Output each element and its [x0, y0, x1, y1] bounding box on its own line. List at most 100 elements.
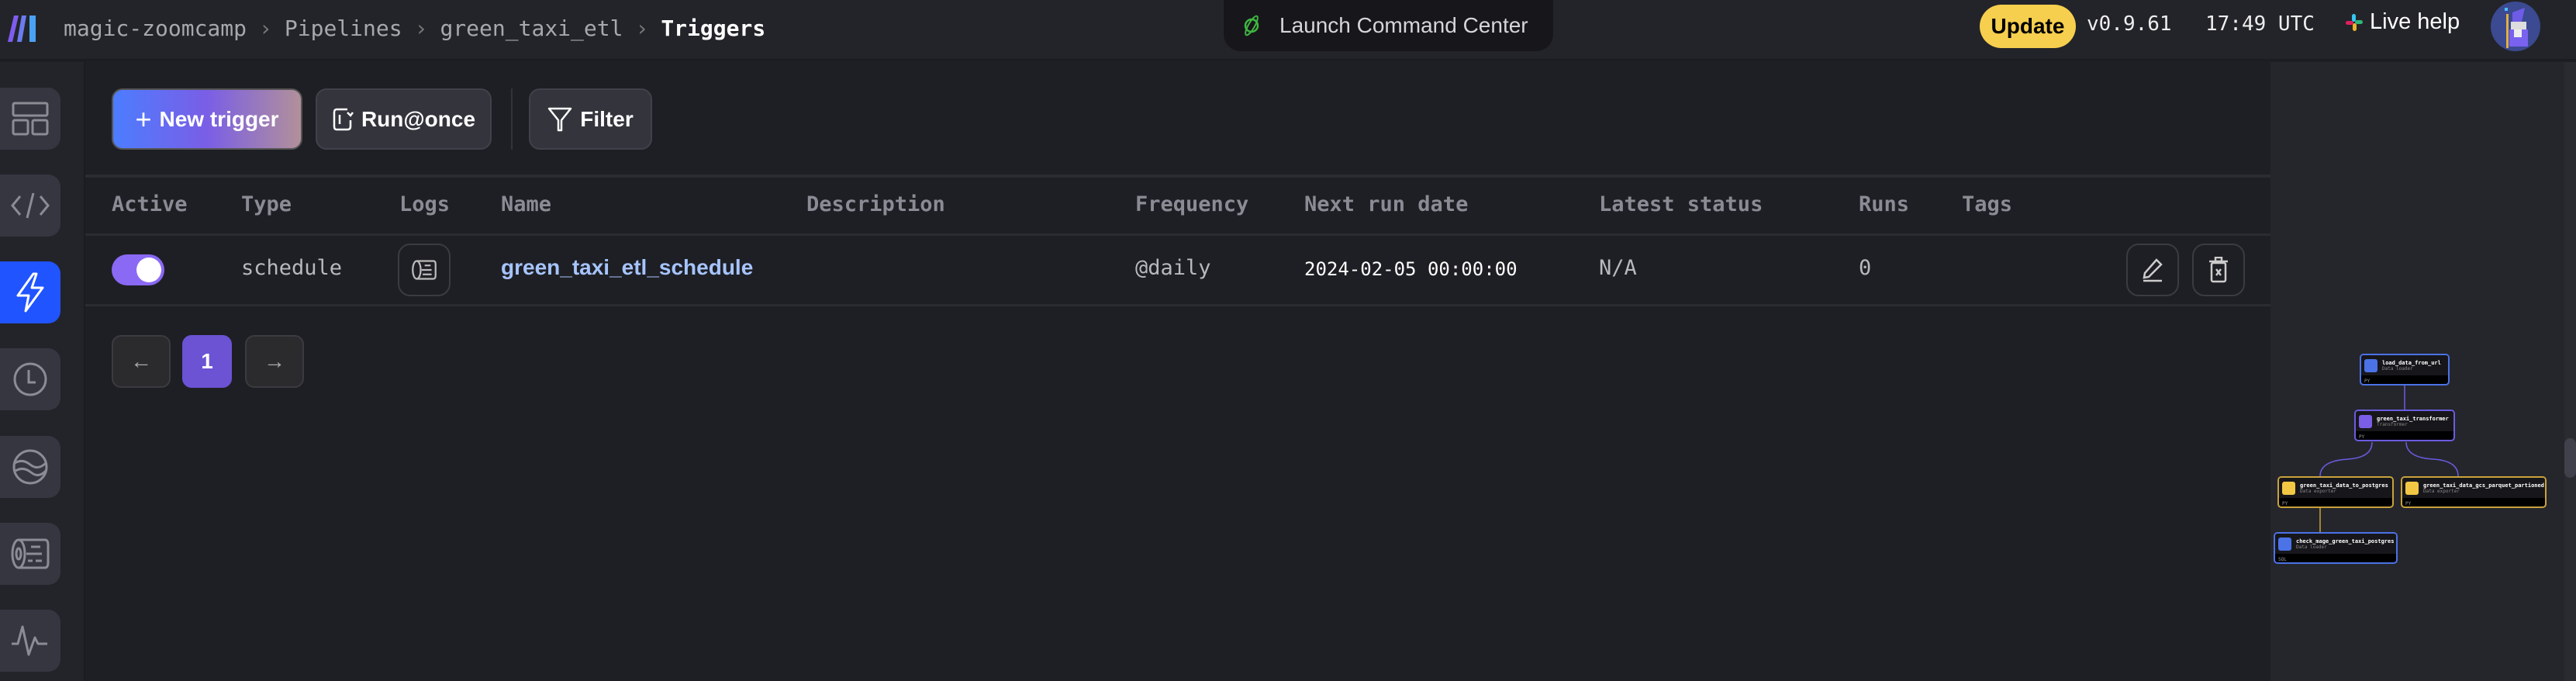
edge — [2319, 441, 2373, 477]
log-scroll-icon — [412, 260, 437, 280]
node-kind: Transformer — [2377, 421, 2408, 427]
sidebar-item-triggers[interactable] — [0, 261, 60, 323]
graph-node-green-taxi-data-to-postgres[interactable]: green_taxi_data_to_postgres Data exporter… — [2277, 476, 2394, 508]
node-language: PY — [2282, 501, 2288, 506]
trigger-name-link[interactable]: green_taxi_etl_schedule — [501, 255, 753, 280]
chevron-right-icon: › — [635, 15, 649, 41]
breadcrumb-pipeline[interactable]: green_taxi_etl — [440, 16, 623, 41]
column-header-frequency: Frequency — [1135, 192, 1249, 216]
wizard-avatar-icon — [2505, 8, 2528, 48]
live-help-label: Live help — [2370, 9, 2460, 34]
new-trigger-label: New trigger — [159, 106, 279, 131]
sidebar-item-edit-code[interactable] — [0, 175, 60, 237]
sidebar-item-block-runs[interactable] — [0, 436, 60, 498]
chevron-right-icon: › — [259, 15, 272, 41]
node-kind: Data exporter — [2423, 488, 2460, 494]
log-scroll-icon — [11, 538, 50, 569]
breadcrumb-project[interactable]: magic-zoomcamp — [64, 16, 247, 41]
clock-icon — [13, 362, 47, 396]
node-language: PY — [2405, 501, 2412, 506]
new-trigger-button[interactable]: + New trigger — [112, 88, 302, 150]
breadcrumb-pipelines[interactable]: Pipelines — [285, 16, 402, 41]
table-top-border — [85, 175, 2270, 178]
node-name: load_data_from_url — [2382, 359, 2441, 366]
trigger-frequency: @daily — [1135, 256, 1211, 280]
node-kind: Data loader — [2382, 365, 2413, 372]
planet-icon — [1244, 15, 1259, 36]
next-run-date: 2024-02-05 00:00:00 — [1304, 258, 1518, 280]
arrow-left-icon: ← — [130, 349, 152, 373]
data-exporter-icon — [2282, 481, 2295, 495]
node-name: green_taxi_data_to_postgres — [2300, 482, 2388, 489]
node-language: SQL — [2278, 557, 2287, 562]
slack-icon — [2346, 13, 2363, 31]
delete-trigger-button[interactable] — [2192, 244, 2245, 296]
column-header-latest-status: Latest status — [1599, 192, 1763, 216]
lightning-icon — [16, 272, 44, 313]
page-1-button[interactable]: 1 — [182, 335, 232, 388]
breadcrumb-current: Triggers — [661, 15, 766, 41]
chevron-right-icon: › — [414, 15, 428, 41]
edit-trigger-button[interactable] — [2126, 244, 2179, 296]
launch-command-center-button[interactable]: Launch Command Center — [1224, 0, 1553, 51]
filter-label: Filter — [580, 106, 634, 131]
filter-button[interactable]: Filter — [529, 88, 652, 150]
filter-icon — [548, 107, 572, 131]
arrow-right-icon: → — [264, 349, 285, 373]
node-name: green_taxi_transformer — [2377, 415, 2449, 422]
clock-label: 17:49 UTC — [2205, 12, 2315, 36]
toolbar-divider — [511, 88, 513, 150]
sidebar-item-runs[interactable] — [0, 348, 60, 410]
graph-node-load-data-from-url[interactable]: load_data_from_url Data loader PY — [2360, 354, 2450, 385]
run-once-button[interactable]: Run@once — [316, 88, 492, 150]
runs-count: 0 — [1859, 256, 1872, 280]
logs-button[interactable] — [398, 244, 451, 296]
globe-wave-icon — [12, 449, 48, 485]
pulse-icon — [12, 625, 47, 656]
graph-scrollbar-thumb[interactable] — [2564, 438, 2576, 478]
layout-icon — [12, 102, 49, 136]
data-loader-icon — [2364, 358, 2377, 372]
trash-icon — [2209, 257, 2228, 283]
graph-node-check-mage-green-taxi-postgres[interactable]: check_mage_green_taxi_postgres Data loade… — [2274, 532, 2398, 564]
column-header-description: Description — [806, 192, 945, 216]
pencil-icon — [2143, 258, 2163, 282]
column-header-next-run-date: Next run date — [1304, 192, 1469, 216]
graph-scrollbar-track[interactable] — [2564, 62, 2576, 681]
code-icon — [11, 192, 50, 219]
column-header-runs: Runs — [1859, 192, 1910, 216]
column-header-type: Type — [241, 192, 292, 216]
update-button[interactable]: Update — [1980, 5, 2076, 48]
active-toggle[interactable] — [112, 254, 164, 285]
column-header-name: Name — [501, 192, 552, 216]
user-avatar[interactable] — [2491, 2, 2540, 51]
trigger-type: schedule — [241, 256, 343, 280]
node-language: PY — [2359, 434, 2365, 440]
node-kind: Data exporter — [2300, 488, 2336, 494]
column-header-tags: Tags — [1962, 192, 2013, 216]
plus-icon: + — [135, 102, 152, 135]
edge — [2405, 441, 2459, 477]
run-once-label: Run@once — [361, 106, 476, 131]
header-row-border — [85, 233, 2270, 236]
version-label: v0.9.61 — [2087, 12, 2172, 36]
column-header-active: Active — [112, 192, 188, 216]
next-page-button[interactable]: → — [245, 335, 304, 388]
command-center-label: Launch Command Center — [1279, 13, 1528, 37]
node-name: green_taxi_data_gcs_parquet_partioned — [2423, 482, 2544, 489]
sidebar-item-logs[interactable] — [0, 523, 60, 585]
node-kind: Data loader — [2296, 544, 2327, 550]
left-sidebar — [0, 62, 85, 681]
sidebar-item-monitor[interactable] — [0, 610, 60, 672]
data-exporter-icon — [2405, 481, 2419, 495]
node-name: check_mage_green_taxi_postgres — [2296, 538, 2395, 544]
graph-node-green-taxi-transformer[interactable]: green_taxi_transformer Transformer PY — [2354, 410, 2455, 441]
previous-page-button[interactable]: ← — [112, 335, 171, 388]
mage-logo[interactable] — [6, 11, 42, 47]
breadcrumb: magic-zoomcamp › Pipelines › green_taxi_et… — [64, 11, 765, 45]
sidebar-item-pipeline-overview[interactable] — [0, 88, 60, 150]
live-help-button[interactable]: Live help — [2345, 9, 2460, 35]
node-language: PY — [2364, 379, 2371, 384]
column-header-logs: Logs — [399, 192, 451, 216]
graph-node-green-taxi-data-gcs-parquet[interactable]: green_taxi_data_gcs_parquet_partioned Dat… — [2401, 476, 2547, 508]
